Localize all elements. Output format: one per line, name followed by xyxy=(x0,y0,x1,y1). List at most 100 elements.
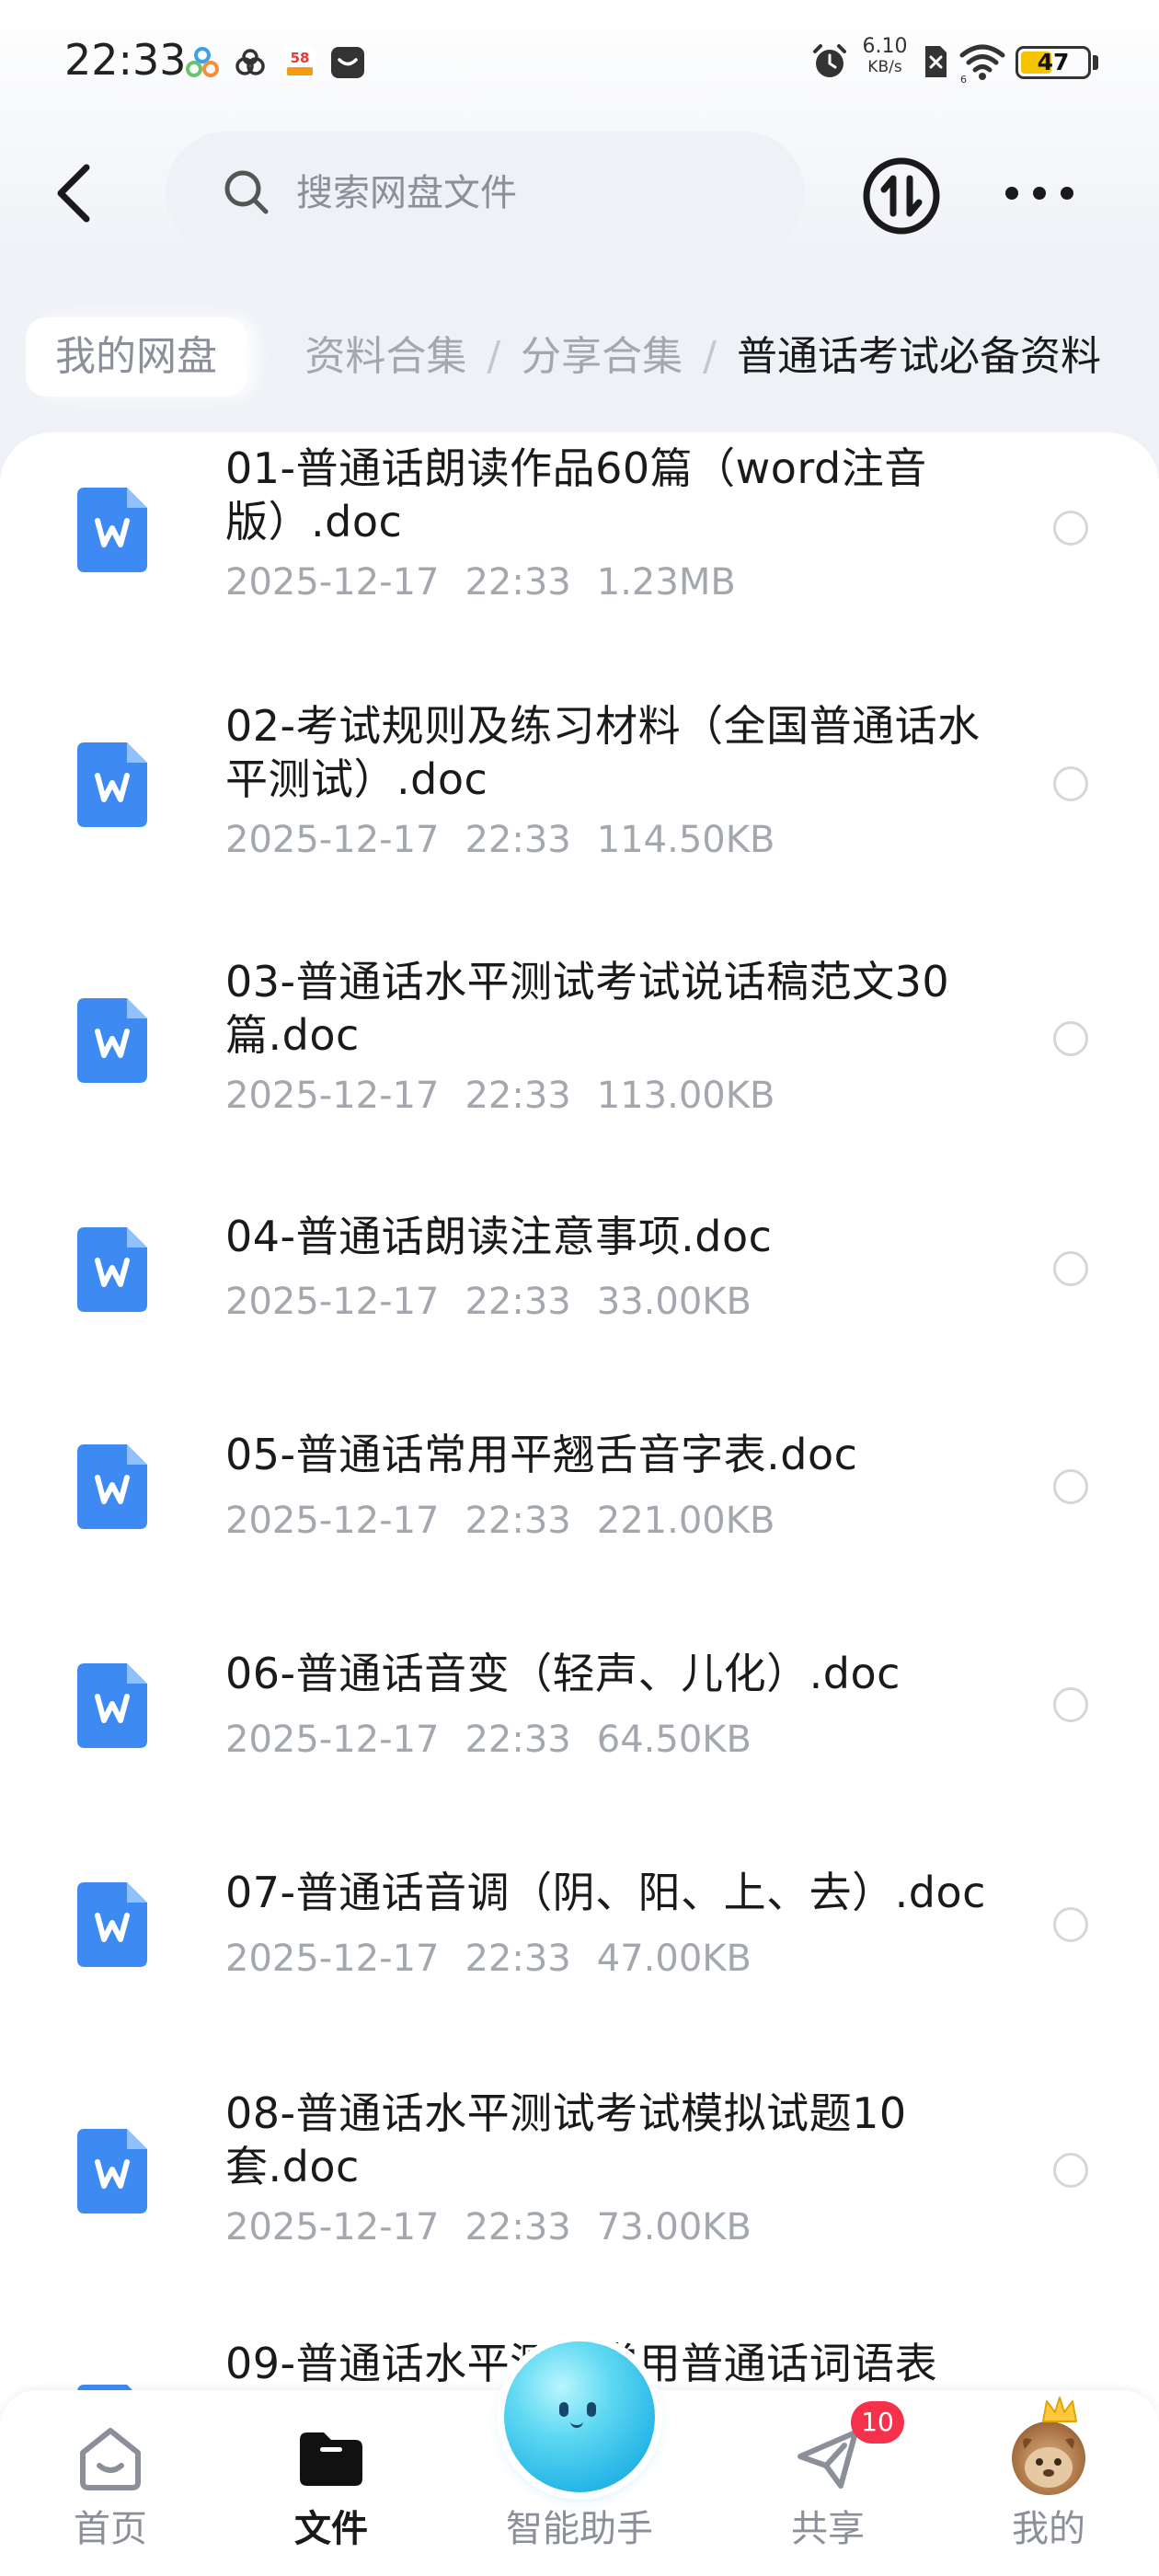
file-size: 47.00KB xyxy=(596,1938,752,1980)
svg-text:6: 6 xyxy=(960,74,967,85)
nav-share-label: 共享 xyxy=(791,2508,865,2550)
battery-tip xyxy=(1093,55,1098,70)
avatar-face-icon xyxy=(1023,2438,1074,2488)
file-time: 22:33 xyxy=(465,819,571,861)
file-meta: 2025-12-17 22:33 47.00KB xyxy=(225,1938,777,1980)
battery-level: 47 xyxy=(1037,49,1070,75)
select-radio[interactable] xyxy=(1053,1021,1088,1056)
list-item[interactable]: 02-考试规则及练习材料（全国普通话水平测试）.doc 2025-12-17 22… xyxy=(0,692,1159,922)
nav-home[interactable]: 首页 xyxy=(28,2390,193,2576)
list-item[interactable]: 07-普通话音调（阴、阳、上、去）.doc 2025-12-17 22:33 47.… xyxy=(0,1855,1159,2020)
wifi-icon: 6 xyxy=(959,44,1005,85)
select-radio[interactable] xyxy=(1053,511,1088,546)
file-time: 22:33 xyxy=(465,1500,571,1542)
nav-mine-label: 我的 xyxy=(1012,2508,1085,2550)
word-doc-icon xyxy=(77,742,147,827)
breadcrumb-separator: / xyxy=(703,333,717,380)
file-name: 04-普通话朗读注意事项.doc xyxy=(225,1212,773,1261)
battery-icon: 47 xyxy=(1016,46,1091,79)
breadcrumb-home[interactable]: 我的网盘 xyxy=(26,317,247,397)
word-doc-icon xyxy=(77,2129,147,2214)
select-radio[interactable] xyxy=(1053,1907,1088,1942)
orb-eye-right xyxy=(587,2402,596,2417)
file-time: 22:33 xyxy=(465,561,571,604)
file-meta: 2025-12-17 22:33 113.00KB xyxy=(225,1075,800,1117)
net-speed-value: 6.10 xyxy=(862,35,908,58)
breadcrumb-item[interactable]: 分享合集 xyxy=(521,333,683,380)
breadcrumb-path: 资料合集 / 分享合集 / 普通话考试必备资料 xyxy=(304,317,1101,397)
file-date: 2025-12-17 xyxy=(225,1938,440,1980)
word-doc-icon xyxy=(77,1882,147,1967)
list-item[interactable]: 08-普通话水平测试考试模拟试题10套.doc 2025-12-17 22:33 7… xyxy=(0,2079,1159,2309)
file-date: 2025-12-17 xyxy=(225,561,440,604)
file-size: 33.00KB xyxy=(596,1281,752,1323)
file-size: 64.50KB xyxy=(596,1719,752,1761)
58-app-icon: 58 xyxy=(283,46,316,79)
file-meta: 2025-12-17 22:33 64.50KB xyxy=(225,1719,777,1761)
file-date: 2025-12-17 xyxy=(225,819,440,861)
nav-home-label: 首页 xyxy=(74,2508,147,2550)
list-item[interactable]: 05-普通话常用平翘舌音字表.doc 2025-12-17 22:33 221.00… xyxy=(0,1417,1159,1582)
transfer-icon[interactable] xyxy=(860,155,943,237)
search-box[interactable] xyxy=(166,132,805,254)
select-radio[interactable] xyxy=(1053,1251,1088,1286)
file-size: 221.00KB xyxy=(596,1500,775,1542)
folder-icon xyxy=(300,2432,362,2486)
assistant-orb-icon[interactable] xyxy=(504,2341,655,2492)
word-doc-icon xyxy=(77,1444,147,1529)
breadcrumb-separator: / xyxy=(487,333,501,380)
file-name: 05-普通话常用平翘舌音字表.doc xyxy=(225,1430,858,1479)
sim-off-icon xyxy=(925,46,947,77)
cluster-app-icon xyxy=(186,47,219,77)
select-radio[interactable] xyxy=(1053,766,1088,801)
nav-files-label: 文件 xyxy=(294,2508,368,2550)
file-meta: 2025-12-17 22:33 1.23MB xyxy=(225,561,762,604)
select-radio[interactable] xyxy=(1053,1687,1088,1722)
orb-eye-left xyxy=(559,2402,568,2417)
file-date: 2025-12-17 xyxy=(225,2206,440,2248)
more-dots-icon[interactable] xyxy=(998,166,1081,221)
nav-files[interactable]: 文件 xyxy=(248,2390,414,2576)
list-item[interactable]: 03-普通话水平测试考试说话稿范文30篇.doc 2025-12-17 22:33… xyxy=(0,948,1159,1178)
file-date: 2025-12-17 xyxy=(225,1500,440,1542)
search-icon xyxy=(224,170,269,214)
file-size: 1.23MB xyxy=(596,561,736,604)
list-item[interactable]: 01-普通话朗读作品60篇（word注音版）.doc 2025-12-17 22:… xyxy=(0,432,1159,662)
file-meta: 2025-12-17 22:33 73.00KB xyxy=(225,2206,777,2248)
file-time: 22:33 xyxy=(465,1075,571,1117)
status-bar: 22:33 58 6.10 KB/s 6 47 xyxy=(0,0,1159,120)
breadcrumb: 资料合集 / 分享合集 / 普通话考试必备资料 我的网盘 xyxy=(0,317,1159,397)
file-date: 2025-12-17 xyxy=(225,1075,440,1117)
breadcrumb-item[interactable]: 资料合集 xyxy=(304,333,466,380)
share-badge: 10 xyxy=(851,2401,904,2444)
home-icon xyxy=(80,2428,141,2490)
net-speed-unit: KB/s xyxy=(867,58,902,76)
message-app-icon xyxy=(331,47,364,78)
file-name: 01-普通话朗读作品60篇（word注音版）.doc xyxy=(225,443,927,546)
select-radio[interactable] xyxy=(1053,1469,1088,1504)
cloud-app-icon xyxy=(235,49,265,75)
file-time: 22:33 xyxy=(465,1719,571,1761)
back-chevron-icon[interactable] xyxy=(37,156,110,230)
file-date: 2025-12-17 xyxy=(225,1281,440,1323)
status-time: 22:33 xyxy=(64,35,187,85)
file-size: 113.00KB xyxy=(596,1075,775,1117)
file-meta: 2025-12-17 22:33 114.50KB xyxy=(225,819,800,861)
file-meta: 2025-12-17 22:33 33.00KB xyxy=(225,1281,777,1323)
select-radio[interactable] xyxy=(1053,2153,1088,2188)
file-time: 22:33 xyxy=(465,2206,571,2248)
file-time: 22:33 xyxy=(465,1938,571,1980)
file-name: 03-普通话水平测试考试说话稿范文30篇.doc xyxy=(225,957,950,1060)
nav-assistant-label[interactable]: 智能助手 xyxy=(442,2499,717,2552)
file-time: 22:33 xyxy=(465,1281,571,1323)
file-name: 02-考试规则及练习材料（全国普通话水平测试）.doc xyxy=(225,701,981,804)
breadcrumb-current: 普通话考试必备资料 xyxy=(737,333,1101,380)
word-doc-icon xyxy=(77,1227,147,1312)
alarm-icon xyxy=(813,44,846,77)
svg-text:58: 58 xyxy=(291,50,310,66)
file-size: 114.50KB xyxy=(596,819,775,861)
list-item[interactable]: 04-普通话朗读注意事项.doc 2025-12-17 22:33 33.00KB xyxy=(0,1196,1159,1362)
search-input[interactable] xyxy=(294,159,758,227)
avatar[interactable] xyxy=(1012,2421,1085,2495)
list-item[interactable]: 06-普通话音变（轻声、儿化）.doc 2025-12-17 22:33 64.50… xyxy=(0,1636,1159,1801)
